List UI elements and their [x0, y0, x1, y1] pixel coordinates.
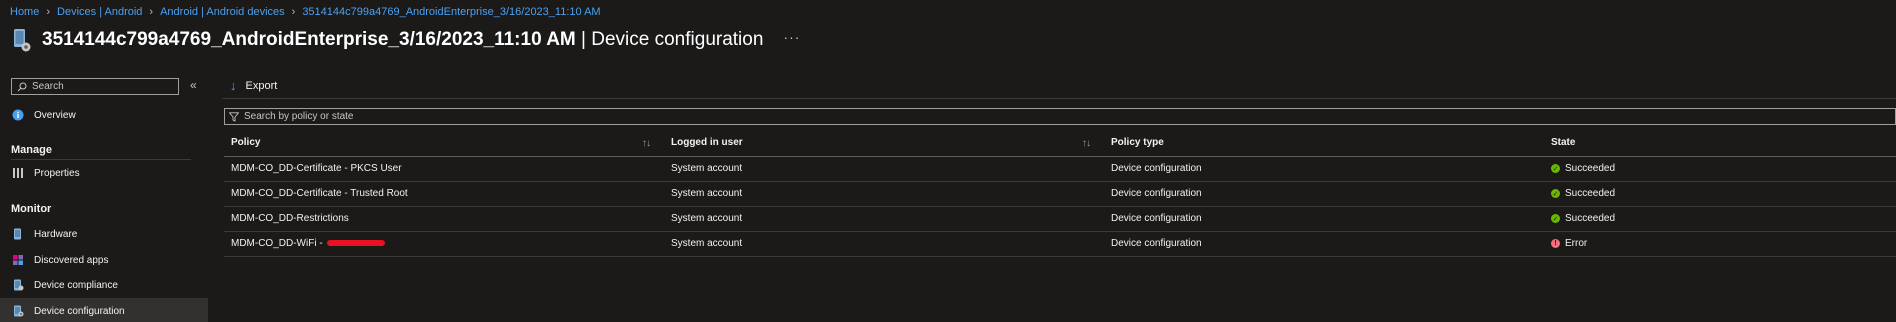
breadcrumb-devices-android[interactable]: Devices | Android [57, 6, 142, 18]
sidebar-item-properties[interactable]: Properties [0, 160, 208, 186]
sidebar-item-device-configuration[interactable]: Device configuration [0, 298, 208, 322]
success-check-icon: ✓ [1551, 189, 1560, 198]
success-check-icon: ✓ [1551, 164, 1560, 173]
policy-type-cell: Device configuration [1104, 156, 1544, 182]
redaction-mark [327, 240, 386, 247]
device-icon [12, 228, 24, 240]
user-cell: System account [664, 231, 1104, 257]
section-monitor: Monitor [11, 203, 52, 215]
user-cell: System account [664, 156, 1104, 182]
compliance-icon [12, 279, 24, 291]
state-cell: ! Error [1544, 231, 1896, 257]
download-arrow-icon: ↓ [230, 78, 237, 93]
device-config-icon [12, 27, 32, 53]
table-row[interactable]: MDM-CO_DD-Certificate - Trusted Root Sys… [224, 181, 1896, 207]
page-header: 3514144c799a4769_AndroidEnterprise_3/16/… [12, 26, 800, 54]
state-cell: ✓ Succeeded [1544, 156, 1896, 182]
search-icon [17, 82, 27, 91]
user-cell: System account [664, 206, 1104, 232]
more-options-button[interactable]: ··· [783, 29, 800, 45]
sidebar-item-label: Overview [34, 109, 76, 121]
sidebar-item-label: Device compliance [34, 279, 118, 291]
user-cell: System account [664, 181, 1104, 207]
sort-icon[interactable]: ↑↓ [642, 138, 651, 149]
config-icon [12, 305, 24, 317]
column-header-policy-type[interactable]: Policy type [1104, 130, 1544, 157]
sidebar-item-hardware[interactable]: Hardware [0, 221, 208, 247]
sidebar-search-input[interactable]: Search [11, 78, 179, 95]
table-row[interactable]: MDM-CO_DD-Certificate - PKCS User System… [224, 156, 1896, 182]
collapse-sidebar-button[interactable]: « [190, 78, 197, 92]
policy-type-cell: Device configuration [1104, 231, 1544, 257]
device-name: 3514144c799a4769_AndroidEnterprise_3/16/… [42, 29, 576, 50]
policy-type-cell: Device configuration [1104, 206, 1544, 232]
table-header-row: Policy ↑↓ Logged in user ↑↓ Policy type St… [224, 130, 1896, 157]
breadcrumb: Home › Devices | Android › Android | And… [10, 5, 601, 19]
chevron-right-icon: › [149, 6, 154, 18]
sidebar-item-label: Discovered apps [34, 254, 109, 266]
table-row[interactable]: MDM-CO_DD-Restrictions System account De… [224, 206, 1896, 232]
info-icon [12, 109, 24, 121]
policy-filter-input[interactable]: Search by policy or state [224, 108, 1896, 125]
export-button[interactable]: ↓ Export [230, 78, 277, 93]
state-cell: ✓ Succeeded [1544, 206, 1896, 232]
section-manage: Manage [11, 144, 52, 156]
breadcrumb-device[interactable]: 3514144c799a4769_AndroidEnterprise_3/16/… [302, 6, 600, 18]
error-icon: ! [1551, 239, 1560, 248]
sidebar-item-label: Hardware [34, 228, 78, 240]
column-header-logged-in-user[interactable]: Logged in user ↑↓ [664, 130, 1104, 157]
sidebar-item-label: Device configuration [34, 305, 125, 317]
filter-icon [229, 111, 239, 122]
sidebar-search-placeholder: Search [32, 81, 64, 92]
policy-cell: MDM-CO_DD-Restrictions [224, 206, 664, 232]
policy-cell: MDM-CO_DD-Certificate - Trusted Root [224, 181, 664, 207]
column-header-policy[interactable]: Policy ↑↓ [224, 130, 664, 157]
policy-cell: MDM-CO_DD-WiFi - [224, 231, 664, 257]
filter-placeholder: Search by policy or state [244, 111, 354, 122]
state-cell: ✓ Succeeded [1544, 181, 1896, 207]
sidebar-item-label: Properties [34, 167, 80, 179]
chevron-right-icon: › [46, 6, 51, 18]
sidebar-item-overview[interactable]: Overview [0, 102, 208, 128]
properties-icon [12, 167, 24, 179]
breadcrumb-home[interactable]: Home [10, 6, 39, 18]
sort-icon[interactable]: ↑↓ [1082, 138, 1091, 149]
main-content: ↓ Export Search by policy or state Polic… [208, 72, 1896, 322]
sidebar: Search « Overview Manage Properties Moni… [0, 72, 208, 322]
policy-cell: MDM-CO_DD-Certificate - PKCS User [224, 156, 664, 182]
policy-type-cell: Device configuration [1104, 181, 1544, 207]
export-label: Export [245, 79, 278, 92]
column-header-state[interactable]: State [1544, 130, 1896, 157]
policy-table: Policy ↑↓ Logged in user ↑↓ Policy type St… [224, 130, 1896, 257]
breadcrumb-android-devices[interactable]: Android | Android devices [160, 6, 285, 18]
page-title: 3514144c799a4769_AndroidEnterprise_3/16/… [42, 29, 763, 51]
success-check-icon: ✓ [1551, 214, 1560, 223]
sidebar-item-discovered-apps[interactable]: Discovered apps [0, 247, 208, 273]
table-row[interactable]: MDM-CO_DD-WiFi - System account Device c… [224, 231, 1896, 257]
sidebar-item-device-compliance[interactable]: Device compliance [0, 272, 208, 298]
divider [222, 98, 1896, 99]
page-subtitle: | Device configuration [575, 29, 764, 50]
apps-icon [12, 254, 24, 266]
chevron-right-icon: › [291, 6, 296, 18]
